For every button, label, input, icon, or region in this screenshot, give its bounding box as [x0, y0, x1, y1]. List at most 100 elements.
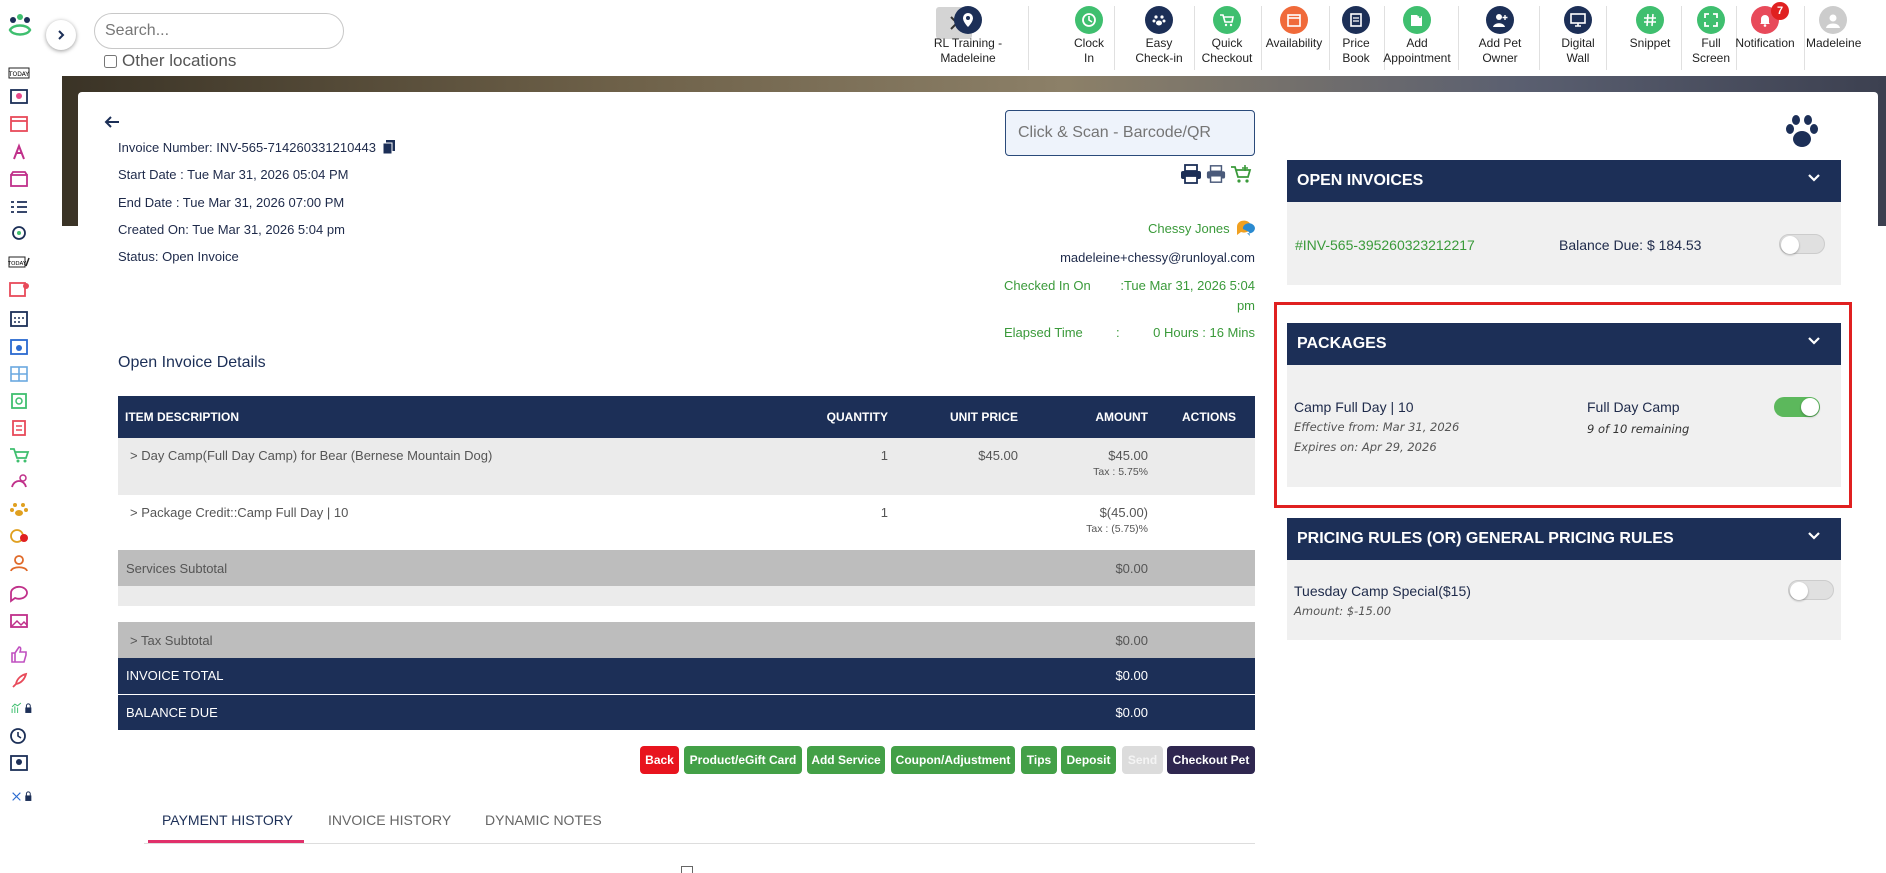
item-description[interactable]: > Day Camp(Full Day Camp) for Bear (Bern…: [118, 438, 778, 495]
cart-icon[interactable]: [8, 446, 30, 464]
other-locations-label: Other locations: [122, 51, 237, 70]
planner-icon[interactable]: [8, 310, 30, 328]
app-logo-icon[interactable]: [6, 12, 34, 40]
pricing-rules-header[interactable]: PRICING RULES (OR) GENERAL PRICING RULES: [1287, 518, 1841, 560]
toolbar-add-appointment[interactable]: Add Appointment: [1381, 6, 1459, 70]
toolbar-availability[interactable]: Availability: [1264, 6, 1330, 70]
barcode-scan-input[interactable]: [1005, 110, 1255, 156]
spacer-row: [118, 586, 1255, 606]
open-invoices-body: #INV-565-395260323212217 Balance Due: $ …: [1287, 202, 1841, 285]
open-invoices-title: OPEN INVOICES: [1297, 172, 1424, 189]
open-invoice-toggle[interactable]: [1779, 234, 1825, 254]
toolbar-label: Full Screen: [1691, 36, 1731, 65]
sidebar-expand-button[interactable]: [46, 20, 76, 50]
cart-add-icon[interactable]: [1230, 164, 1252, 184]
send-button[interactable]: Send: [1122, 746, 1163, 774]
receipt-print-icon[interactable]: [1206, 164, 1226, 184]
toolbar-madeleine[interactable]: Madeleine: [1806, 6, 1861, 51]
toolbar-label: Digital Wall: [1561, 36, 1595, 65]
chevron-down-icon[interactable]: [1807, 531, 1821, 541]
toolbar-label: Availability: [1265, 36, 1323, 50]
chevron-down-icon[interactable]: [1807, 336, 1821, 346]
toolbar-full-screen[interactable]: Full Screen: [1691, 6, 1737, 70]
pet-profile-icon[interactable]: [8, 225, 30, 243]
toolbar-label: Add Appointment: [1383, 36, 1451, 65]
other-locations-check[interactable]: [104, 54, 117, 68]
checked-in-label: Checked In On: [1004, 278, 1091, 293]
store-icon[interactable]: [8, 170, 30, 188]
toolbar-add-pet-owner[interactable]: Add Pet Owner: [1466, 6, 1540, 70]
target-icon[interactable]: [8, 527, 30, 545]
spacer-row: [118, 606, 1255, 622]
services-subtotal-label: Services Subtotal: [126, 560, 228, 576]
toolbar-separator: [1804, 6, 1805, 70]
rocket-icon[interactable]: [8, 672, 30, 690]
toolbar-price-book[interactable]: Price Book: [1333, 6, 1385, 70]
report-card-icon[interactable]: [8, 392, 30, 410]
add-service-button[interactable]: Add Service: [807, 746, 885, 774]
toolbar-clock-in[interactable]: Clock In: [1069, 6, 1115, 70]
item-amount: $(45.00): [1099, 505, 1148, 520]
table-row[interactable]: > Package Credit::Camp Full Day | 10 1 $…: [118, 495, 1255, 550]
other-locations-checkbox[interactable]: Other locations: [104, 51, 236, 71]
invoice-icon[interactable]: [8, 419, 30, 437]
invoice-status: Status: Open Invoice: [118, 249, 239, 264]
tab-invoice-history[interactable]: INVOICE HISTORY: [328, 812, 451, 828]
list-icon[interactable]: [8, 198, 30, 216]
package-toggle[interactable]: [1774, 397, 1820, 417]
dashboard-icon[interactable]: [8, 88, 30, 106]
checkout-pet-button[interactable]: Checkout Pet: [1167, 746, 1255, 774]
today-icon[interactable]: TODAY: [8, 64, 30, 82]
toolbar-digital-wall[interactable]: Digital Wall: [1555, 6, 1607, 70]
open-invoice-link[interactable]: #INV-565-395260323212217: [1295, 237, 1475, 253]
paw-icon[interactable]: [8, 500, 30, 518]
chat-icon[interactable]: [8, 585, 30, 603]
today-reports-icon[interactable]: TODAY: [8, 253, 30, 271]
thumbs-up-icon[interactable]: [8, 645, 30, 663]
toolbar-label: Clock In: [1073, 36, 1104, 65]
message-icon[interactable]: [1235, 219, 1255, 237]
pet-care-icon[interactable]: [8, 473, 30, 491]
search-input[interactable]: [94, 13, 344, 49]
print-icon[interactable]: [1180, 164, 1202, 184]
gallery-icon[interactable]: [8, 612, 30, 630]
pricing-rule-toggle[interactable]: [1788, 580, 1834, 600]
tools-locked-icon[interactable]: [2, 787, 42, 805]
user-icon[interactable]: [8, 554, 30, 572]
toolbar-rl-training-madeleine[interactable]: RL Training - Madeleine: [913, 6, 1029, 70]
copy-icon[interactable]: [382, 139, 396, 155]
product-egift-button[interactable]: Product/eGift Card: [684, 746, 802, 774]
packages-header[interactable]: PACKAGES: [1287, 323, 1841, 365]
toolbar-easy-check-in[interactable]: Easy Check-in: [1129, 6, 1195, 70]
toolbar-notification[interactable]: 7 Notification: [1731, 2, 1805, 70]
time-tracking-icon[interactable]: [8, 727, 30, 745]
tax-subtotal-row[interactable]: > Tax Subtotal $0.00: [118, 622, 1255, 658]
team-icon[interactable]: [8, 754, 30, 772]
svg-text:TODAY: TODAY: [8, 71, 29, 78]
chevron-right-icon: [58, 30, 65, 40]
tab-dynamic-notes[interactable]: DYNAMIC NOTES: [485, 812, 602, 828]
tips-button[interactable]: Tips: [1021, 746, 1057, 774]
toolbar-label: Add Pet Owner: [1478, 36, 1522, 65]
coupon-adjustment-button[interactable]: Coupon/Adjustment: [891, 746, 1015, 774]
schedule-icon[interactable]: [8, 280, 30, 298]
col-actions: ACTIONS: [1182, 410, 1236, 424]
item-description[interactable]: > Package Credit::Camp Full Day | 10: [118, 495, 778, 550]
tab-payment-history[interactable]: PAYMENT HISTORY: [162, 812, 293, 828]
back-button[interactable]: Back: [640, 746, 679, 774]
grooming-icon[interactable]: [8, 143, 30, 161]
customer-name[interactable]: Chessy Jones: [1148, 221, 1230, 236]
table-row[interactable]: > Day Camp(Full Day Camp) for Bear (Bern…: [118, 438, 1255, 495]
tax-subtotal-label[interactable]: > Tax Subtotal: [118, 622, 778, 658]
deposit-button[interactable]: Deposit: [1061, 746, 1116, 774]
chevron-down-icon[interactable]: [1807, 173, 1821, 183]
toolbar-snippet[interactable]: Snippet: [1624, 6, 1682, 70]
back-arrow-icon[interactable]: [104, 115, 120, 134]
analytics-locked-icon[interactable]: [2, 699, 42, 717]
open-invoices-header[interactable]: OPEN INVOICES: [1287, 160, 1841, 202]
calendar-icon[interactable]: [8, 115, 30, 133]
layout-icon[interactable]: [8, 365, 30, 383]
toolbar-quick-checkout[interactable]: Quick Checkout: [1198, 6, 1262, 70]
calendar-grid-icon[interactable]: [8, 338, 30, 356]
toolbar-separator: [1194, 6, 1195, 70]
